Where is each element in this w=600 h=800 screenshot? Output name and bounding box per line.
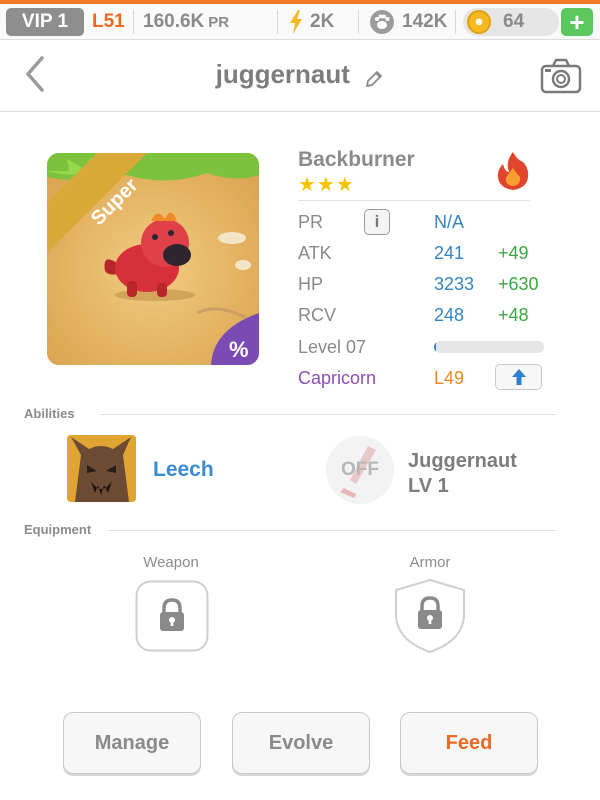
rcv-value: 248	[434, 304, 465, 325]
ultimate-off-badge[interactable]: OFF	[326, 436, 394, 504]
upgrade-sign-button[interactable]	[495, 364, 542, 390]
weapon-label: Weapon	[143, 554, 199, 571]
stat-row-level: Level 07	[298, 334, 548, 360]
paw-icon	[370, 10, 394, 34]
xp-progress-fill	[434, 341, 437, 353]
vip-badge[interactable]: VIP 1	[6, 8, 84, 36]
off-label: OFF	[341, 459, 379, 480]
armor-label: Armor	[409, 554, 451, 571]
rcv-label: RCV	[298, 304, 337, 325]
fire-element-icon	[497, 152, 529, 190]
pr-suffix: PR	[208, 13, 230, 31]
zodiac-sign-label: Capricorn	[298, 367, 377, 388]
player-pr: 160.6K PR	[143, 4, 229, 40]
title-area: juggernaut	[0, 59, 600, 90]
arrow-up-icon	[511, 369, 526, 385]
star-rating: ★★★	[298, 174, 355, 196]
ability-name[interactable]: Leech	[153, 458, 214, 482]
divider	[358, 10, 359, 34]
lightning-icon	[290, 10, 302, 34]
atk-bonus: +49	[498, 242, 529, 263]
atk-label: ATK	[298, 242, 332, 263]
add-currency-button[interactable]: +	[561, 8, 593, 36]
coin-value: 64	[503, 11, 525, 32]
weapon-slot[interactable]	[135, 580, 209, 652]
abilities-heading: Abilities	[24, 406, 75, 421]
atk-value: 241	[434, 242, 465, 263]
xp-progress-bar	[434, 341, 544, 353]
edit-pencil-icon[interactable]	[364, 69, 384, 89]
divider	[133, 10, 134, 34]
energy-counter: 2K	[288, 4, 334, 40]
divider	[298, 200, 530, 201]
ultimate-level: LV 1	[408, 475, 449, 497]
stat-row-atk: ATK 241 +49	[298, 240, 548, 266]
divider	[100, 414, 556, 415]
monster-portrait[interactable]: % Super	[47, 153, 259, 365]
stat-row-pr: PR i N/A	[298, 209, 548, 235]
camera-icon[interactable]	[540, 58, 582, 94]
equipment-heading: Equipment	[24, 522, 92, 537]
energy-value: 2K	[310, 11, 335, 32]
ultimate-name: Juggernaut	[408, 450, 517, 472]
stat-row-sign: Capricorn L49	[298, 364, 548, 391]
zodiac-level: L49	[434, 367, 465, 388]
pr-value: N/A	[434, 211, 465, 232]
coin-icon: ☻	[467, 10, 491, 34]
divider	[277, 10, 278, 34]
vip-label: VIP 1	[21, 11, 69, 32]
ultimate-ability: Juggernaut LV 1	[408, 449, 517, 499]
divider	[108, 530, 556, 531]
hp-bonus: +630	[498, 273, 539, 294]
species-name: Backburner	[298, 148, 415, 171]
pr-label: PR	[298, 211, 324, 232]
evolve-button[interactable]: Evolve	[232, 712, 370, 774]
armor-slot[interactable]	[394, 578, 466, 654]
status-bar: VIP 1 L51 160.6K PR 2K 142K ☻ 64 +	[0, 0, 600, 40]
manage-button[interactable]: Manage	[63, 712, 201, 774]
divider	[455, 10, 456, 34]
level-label: Level 07	[298, 336, 367, 357]
info-button[interactable]: i	[364, 209, 390, 235]
coin-counter: ☻ 64	[463, 8, 559, 36]
rcv-bonus: +48	[498, 304, 529, 325]
page-header: juggernaut	[0, 40, 600, 112]
ability-icon-leech[interactable]	[67, 435, 136, 502]
stat-row-hp: HP 3233 +630	[298, 271, 548, 297]
feed-button[interactable]: Feed	[400, 712, 538, 774]
paw-value: 142K	[402, 11, 448, 32]
monster-nickname: juggernaut	[215, 59, 350, 89]
lock-icon	[160, 598, 184, 631]
pr-value: 160.6K	[143, 11, 205, 32]
wolf-icon	[67, 435, 136, 502]
svg-text:%: %	[229, 337, 249, 362]
paw-counter: 142K	[370, 4, 447, 40]
monster-artwork: %	[47, 153, 259, 365]
hp-value: 3233	[434, 273, 475, 294]
player-level: L51	[92, 11, 125, 32]
lock-icon	[418, 596, 442, 629]
stat-row-rcv: RCV 248 +48	[298, 302, 548, 328]
hp-label: HP	[298, 273, 324, 294]
